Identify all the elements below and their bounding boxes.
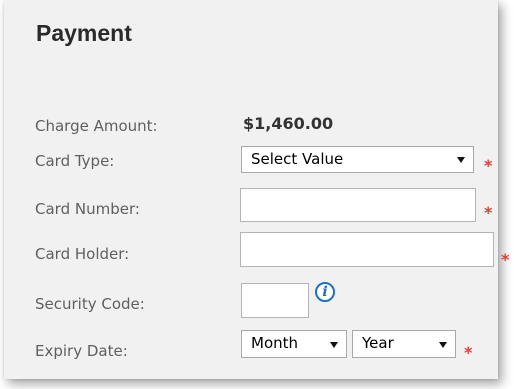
card-holder-label: Card Holder: [35, 245, 130, 263]
page-title: Payment [36, 20, 132, 46]
required-marker-card-holder: * [501, 250, 510, 269]
charge-amount-label: Charge Amount: [35, 117, 158, 135]
card-holder-input[interactable] [240, 232, 494, 267]
required-marker-card-type: * [484, 156, 493, 175]
required-marker-expiry-date: * [464, 343, 473, 362]
chevron-down-icon [439, 342, 447, 348]
expiry-month-value: Month [251, 334, 299, 352]
card-number-input[interactable] [240, 188, 476, 222]
card-number-label: Card Number: [35, 200, 140, 218]
chevron-down-icon [330, 342, 338, 348]
card-type-select[interactable]: Select Value [241, 146, 474, 173]
charge-amount-value: $1,460.00 [243, 114, 334, 133]
chevron-down-icon [457, 157, 465, 163]
expiry-year-value: Year [362, 334, 394, 352]
card-type-label: Card Type: [35, 152, 115, 170]
expiry-date-label: Expiry Date: [35, 342, 128, 360]
expiry-month-select[interactable]: Month [241, 330, 347, 358]
info-icon[interactable]: i [315, 282, 335, 302]
card-type-selected-value: Select Value [251, 150, 344, 168]
required-marker-card-number: * [484, 203, 493, 222]
security-code-label: Security Code: [35, 295, 145, 313]
security-code-input[interactable] [241, 283, 309, 318]
expiry-year-select[interactable]: Year [352, 330, 456, 358]
